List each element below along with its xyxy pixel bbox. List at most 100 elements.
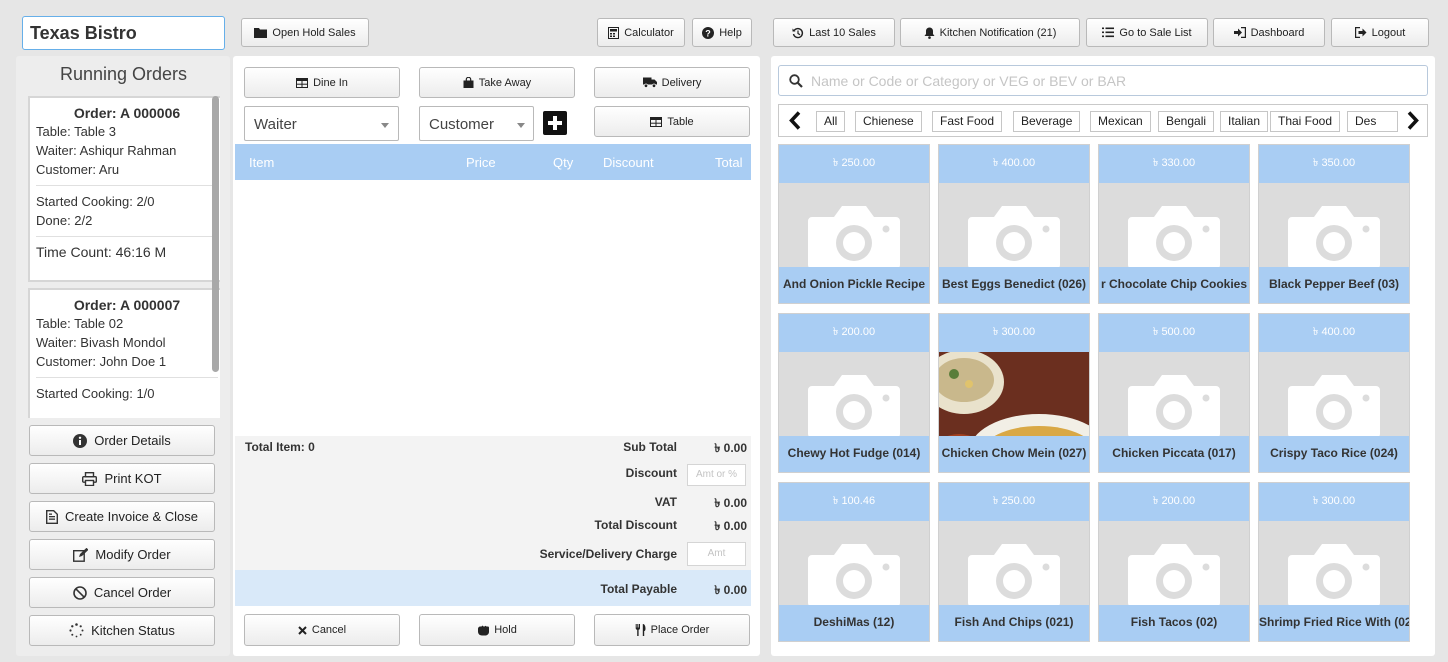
order-started-cooking: Started Cooking: 2/0 [36,194,155,209]
customer-select[interactable]: Customer [419,106,534,141]
product-card[interactable]: ৳ 400.00 Best Eggs Benedict (026) [938,144,1090,304]
open-hold-sales-button[interactable]: Open Hold Sales [241,18,369,47]
product-name: Fish And Chips (021) [939,605,1089,641]
category-fast-food[interactable]: Fast Food [932,111,1003,132]
product-image-placeholder [1286,205,1382,272]
product-price: ৳ 100.46 [779,483,929,521]
chevron-right-icon[interactable] [1407,111,1427,132]
category-beverage[interactable]: Beverage [1013,111,1081,132]
product-card[interactable]: ৳ 350.00 Black Pepper Beef (03) [1258,144,1410,304]
kitchen-status-button[interactable]: Kitchen Status [29,615,215,646]
product-card[interactable]: ৳ 250.00 And Onion Pickle Recipe [778,144,930,304]
cart-totals: Total Item: 0 Sub Total ৳ 0.00 Discount … [235,436,751,570]
cart-table-header: Item Price Qty Discount Total [235,144,751,180]
order-details-button[interactable]: Order Details [29,425,215,456]
add-customer-button[interactable] [543,111,567,135]
create-invoice-close-button[interactable]: Create Invoice & Close [29,501,215,532]
product-price: ৳ 400.00 [939,145,1089,183]
camera-icon [808,544,900,607]
divider [36,185,218,186]
category-chienese[interactable]: Chienese [855,111,922,132]
order-started-cooking: Started Cooking: 1/0 [36,386,155,401]
product-card[interactable]: ৳ 330.00 r Chocolate Chip Cookies [1098,144,1250,304]
modify-order-button[interactable]: Modify Order [29,539,215,570]
place-order-button[interactable]: Place Order [594,614,750,646]
delivery-button[interactable]: Delivery [594,67,750,98]
vat-value: ৳ 0.00 [714,496,747,510]
table-select-button[interactable]: Table [594,106,750,137]
divider [36,236,218,237]
sign-in-icon [1233,27,1246,38]
product-price: ৳ 350.00 [1259,145,1409,183]
cancel-button[interactable]: Cancel [244,614,400,646]
product-image-placeholder [1126,205,1222,272]
take-away-button[interactable]: Take Away [419,67,575,98]
dashboard-button[interactable]: Dashboard [1213,18,1325,47]
column-discount: Discount [603,155,654,170]
product-image-placeholder [1126,374,1222,441]
product-price: ৳ 500.00 [1099,314,1249,352]
camera-icon [1288,375,1380,438]
logout-button[interactable]: Logout [1331,18,1429,47]
customer-select-value: Customer [429,116,495,133]
product-image-placeholder [1126,543,1222,610]
cancel-order-button[interactable]: Cancel Order [29,577,215,608]
product-card[interactable]: ৳ 100.46 DeshiMas (12) [778,482,930,642]
camera-icon [1128,206,1220,269]
category-bengali[interactable]: Bengali [1158,111,1215,132]
product-name: Chicken Piccata (017) [1099,436,1249,472]
calculator-button[interactable]: Calculator [597,18,685,47]
edit-icon [73,547,89,562]
running-orders-list[interactable]: Order: A 000006 Table: Table 3 Waiter: A… [22,94,220,418]
shopping-bag-icon [463,77,474,88]
divider [36,377,218,378]
hold-button[interactable]: Hold [419,614,575,646]
total-discount-value: ৳ 0.00 [714,519,747,533]
category-all[interactable]: All [816,111,846,132]
category-italian[interactable]: Italian [1220,111,1269,132]
category-desserts[interactable]: Des [1347,111,1398,132]
category-bar: All Chienese Fast Food Beverage Mexican … [778,104,1428,137]
ban-icon [73,585,87,600]
product-card[interactable]: ৳ 250.00 Fish And Chips (021) [938,482,1090,642]
product-card[interactable]: ৳ 200.00 Chewy Hot Fudge (014) [778,313,930,473]
last-10-sales-button[interactable]: Last 10 Sales [773,18,895,47]
product-card[interactable]: ৳ 500.00 Chicken Piccata (017) [1098,313,1250,473]
order-card[interactable]: Order: A 000007 Table: Table 02 Waiter: … [28,288,220,418]
kitchen-notification-button[interactable]: Kitchen Notification (21) [900,18,1080,47]
product-price: ৳ 300.00 [939,314,1089,352]
product-card[interactable]: ৳ 400.00 Crispy Taco Rice (024) [1258,313,1410,473]
camera-icon [808,206,900,269]
camera-icon [968,544,1060,607]
order-card[interactable]: Order: A 000006 Table: Table 3 Waiter: A… [28,96,220,282]
product-name: Fish Tacos (02) [1099,605,1249,641]
go-to-sale-list-button[interactable]: Go to Sale List [1086,18,1208,47]
waiter-select[interactable]: Waiter [244,106,399,141]
cart-items-list[interactable] [235,180,751,436]
order-customer: Customer: Aru [36,162,120,177]
product-card[interactable]: ৳ 200.00 Fish Tacos (02) [1098,482,1250,642]
order-time-count: Time Count: 46:16 M [36,244,167,260]
orders-scrollbar[interactable] [212,96,219,372]
column-price: Price [466,155,496,170]
product-card[interactable]: ৳ 300.00 Shrimp Fried Rice With (023) [1258,482,1410,642]
search-bar[interactable]: Name or Code or Category or VEG or BEV o… [778,65,1428,96]
category-thai-food[interactable]: Thai Food [1270,111,1341,132]
chevron-left-icon[interactable] [789,111,801,133]
search-input[interactable]: Name or Code or Category or VEG or BEV o… [811,73,1126,89]
product-price: ৳ 300.00 [1259,483,1409,521]
print-kot-button[interactable]: Print KOT [29,463,215,494]
list-icon [1102,27,1115,38]
help-button[interactable]: ? Help [692,18,752,47]
discount-input[interactable]: Amt or % [687,464,746,486]
service-charge-input[interactable]: Amt [687,542,746,566]
product-name: Chewy Hot Fudge (014) [779,436,929,472]
product-card[interactable]: ৳ 300.00 Chicken Chow Mein (027) [938,313,1090,473]
svg-text:?: ? [705,28,711,38]
plus-icon [548,116,562,130]
camera-icon [1288,544,1380,607]
dine-in-button[interactable]: Dine In [244,67,400,98]
product-image-placeholder [966,543,1062,610]
category-mexican[interactable]: Mexican [1090,111,1151,132]
sub-total-value: ৳ 0.00 [714,441,747,455]
